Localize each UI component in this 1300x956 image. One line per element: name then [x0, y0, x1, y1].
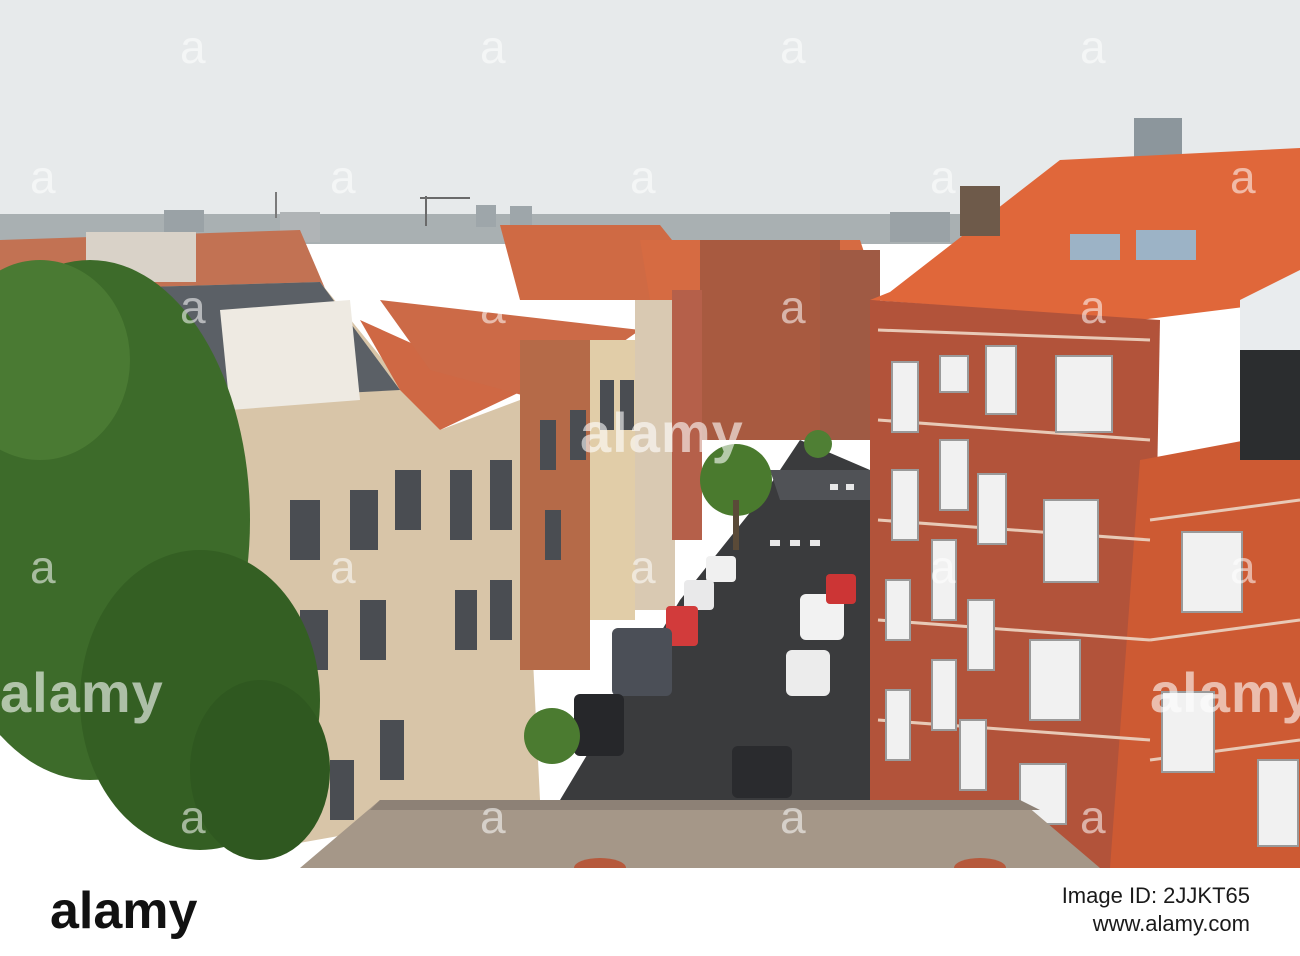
site-url: www.alamy.com — [1092, 911, 1250, 936]
alamy-logo-text: alamy — [50, 882, 198, 940]
right-buildings — [870, 148, 1300, 868]
tower-building — [1134, 118, 1182, 158]
alamy-logo: alamy — [50, 882, 198, 940]
van — [786, 650, 830, 696]
image-meta: Image ID: 2JJKT65 www.alamy.com — [1062, 882, 1250, 938]
car — [684, 580, 714, 610]
image-id: Image ID: 2JJKT65 — [1061, 883, 1250, 908]
city-street-scene — [0, 0, 1300, 868]
street-photo: a a a a a a a a a a a a a a a a a a a a … — [0, 0, 1300, 868]
rooftop-ledge — [300, 800, 1100, 868]
car — [706, 556, 736, 582]
stock-footer: alamy Image ID: 2JJKT65 www.alamy.com — [0, 868, 1300, 956]
car — [732, 746, 792, 798]
car — [574, 694, 624, 756]
van — [612, 628, 672, 696]
car — [826, 574, 856, 604]
balcony-window — [1240, 350, 1300, 460]
